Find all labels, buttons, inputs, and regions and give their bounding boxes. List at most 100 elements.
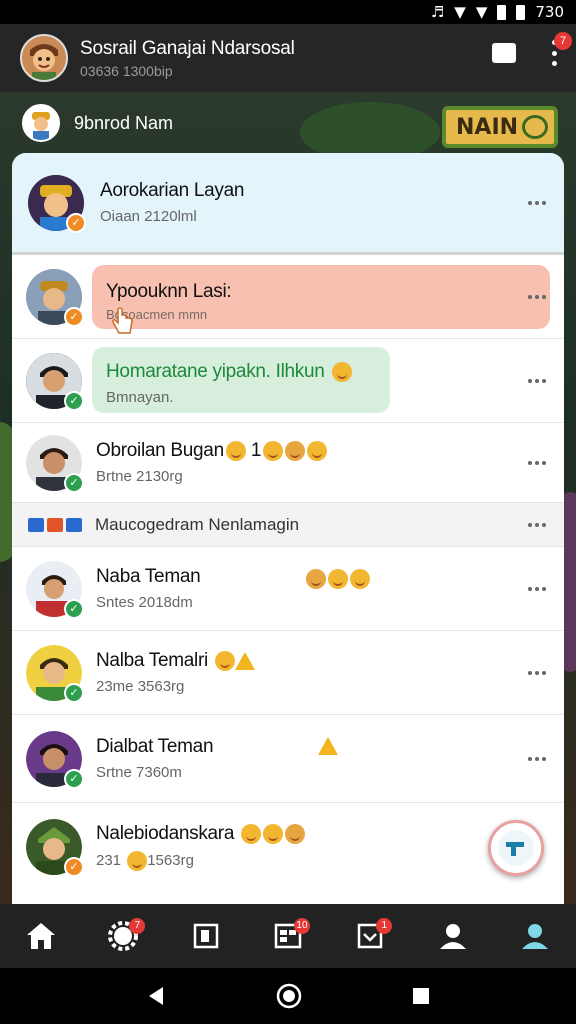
avatar-wrap: ✓ [26,268,84,327]
list-item[interactable]: ✓ Dialbat Teman Srtne 7360m [12,715,564,803]
pages-icon [193,923,218,949]
current-user-avatar [22,104,60,142]
checkbox-icon [47,517,63,532]
header-title: Sosrail Ganajai Ndarsosal [80,37,295,59]
emoji-icon [263,440,284,461]
game-sign-text: NAIN [456,114,519,140]
battery-icon-2 [516,4,526,20]
more-menu-icon[interactable]: 7 [550,32,572,66]
chat-name: Naba Teman [96,566,201,587]
chat-name: Ypoouknn Lasi: [106,281,232,302]
nav-account[interactable] [511,916,559,956]
nav-home[interactable] [17,916,65,956]
system-navigation [0,968,576,1024]
nav-badge: 1 [376,918,393,934]
recents-icon[interactable] [411,986,431,1006]
list-item[interactable]: ✓ Obroilan Bugan 1 Brtne 2130rg [12,423,564,503]
more-options-icon[interactable] [528,200,546,205]
checkbox-icon [66,517,82,532]
emoji-icon [285,440,306,461]
emoji-icon [350,569,370,589]
app-header: Sosrail Ganajai Ndarsosal 03636 1300bip … [0,24,576,92]
signal-icon: ▼ [454,3,466,21]
more-options-icon[interactable] [528,522,546,527]
status-bar: ♬ ▼ ▼ 730 [0,0,576,24]
chat-bubble-icon [522,115,548,139]
emoji-icon [328,569,348,589]
emoji-icon [285,823,306,844]
list-item[interactable]: ✓ Nalebiodanskara 231 1563rg [12,803,564,891]
pinned-avatar-wrap: ✓ [28,174,86,233]
current-user[interactable]: 9bnrod Nam [22,104,173,142]
list-item[interactable]: ✓ Nalba Temalri 23me 3563rg [12,631,564,715]
more-options-icon[interactable] [528,294,546,299]
nav-groups[interactable]: 10 [264,916,312,956]
chat-preview: Brtne 2130rg [96,468,183,485]
back-icon[interactable] [145,985,167,1007]
message-bubble[interactable]: Ypoouknn Lasi: Bosoacmen mmn [92,265,550,329]
compose-fab-button[interactable] [488,820,544,876]
compose-icon [498,830,534,866]
section-label: Maucogedram Nenlamagin [95,514,300,534]
nav-activity[interactable]: 7 [99,916,147,956]
emoji-icon [225,440,246,461]
header-subtitle: 03636 1300bip [80,62,173,79]
verified-badge: ✓ [64,598,84,619]
chat-preview: 231 1563rg [96,851,305,871]
message-icon[interactable] [492,43,516,63]
status-badge: ✓ [66,212,86,233]
chat-preview: Srtne 7360m [96,764,182,781]
avatar-wrap: ✓ [26,730,84,789]
current-user-name: 9bnrod Nam [74,112,174,133]
chat-list-card: ✓ Aorokarian Layan Oiaan 2120lml ✓ Ypoou… [12,153,564,913]
emoji-icon [306,569,326,589]
home-button-icon[interactable] [276,983,302,1009]
person-icon [439,924,466,949]
wifi-icon: ▼ [475,3,488,21]
message-bubble[interactable]: Homaratane yipakn. Ilhkun Bmnayan. [92,347,390,413]
status-time: 730 [535,3,564,21]
verified-badge: ✓ [64,390,84,411]
pinned-sub: Oiaan 2120lml [100,208,197,225]
more-options-icon[interactable] [528,460,546,465]
game-sign: NAIN [442,106,558,148]
nav-badge: 10 [293,918,310,934]
chat-name: Homaratane yipakn. Ilhkun [106,361,390,383]
emoji-icon [241,823,262,844]
nav-inbox[interactable]: 1 [346,916,394,956]
chat-name: Obroilan Bugan 1 [96,440,328,462]
verified-badge: ✓ [64,768,84,789]
person-active-icon [521,924,548,949]
verified-badge: ✓ [64,682,84,703]
warning-icon [318,737,338,755]
verified-badge: ✓ [64,472,84,493]
header-text: Sosrail Ganajai Ndarsosal 03636 1300bip [80,38,295,79]
nav-pages[interactable] [182,916,230,956]
more-options-icon[interactable] [528,378,546,383]
emoji-icon [331,361,352,382]
status-badge: ✓ [64,306,84,327]
list-item[interactable]: ✓ Ypoouknn Lasi: Bosoacmen mmn [12,255,564,339]
section-header[interactable]: Maucogedram Nenlamagin [12,503,564,547]
more-options-icon[interactable] [528,756,546,761]
more-options-icon[interactable] [528,670,546,675]
avatar-wrap: ✓ [26,644,84,703]
chat-preview: Sntes 2018dm [96,594,193,611]
chat-preview: 23me 3563rg [96,678,185,695]
more-options-icon[interactable] [528,586,546,591]
list-item[interactable]: ✓ Homaratane yipakn. Ilhkun Bmnayan. [12,339,564,423]
list-item[interactable]: ✓ Naba Teman Sntes 2018dm [12,547,564,631]
bottom-navigation: 7 10 1 [0,904,576,968]
chat-name: Nalebiodanskara [96,823,306,845]
avatar-wrap: ✓ [26,434,84,493]
nav-badge: 7 [129,918,146,934]
pinned-name: Aorokarian Layan [100,180,245,201]
profile-avatar[interactable] [20,34,68,82]
chat-preview: Bosoacmen mmn [106,307,208,322]
hand-cursor-icon [112,307,133,334]
emoji-icon [263,823,284,844]
emoji-icon [307,440,328,461]
nav-profile[interactable] [429,916,477,956]
pinned-chat[interactable]: ✓ Aorokarian Layan Oiaan 2120lml [12,153,564,255]
warning-icon [234,651,255,670]
